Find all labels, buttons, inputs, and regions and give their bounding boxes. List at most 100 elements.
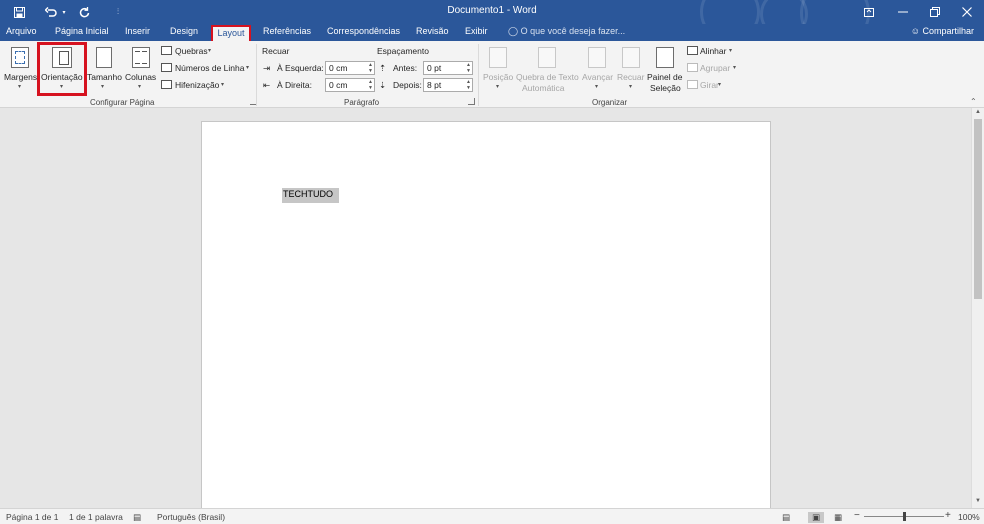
tamanho-label[interactable]: Tamanho [87, 72, 122, 82]
send-backward-icon[interactable] [622, 47, 640, 68]
status-bar: Página 1 de 1 1 de 1 palavra ▤ Português… [0, 508, 984, 524]
collapse-ribbon-icon[interactable]: ⌃ [970, 97, 977, 106]
minimize-icon[interactable] [886, 0, 920, 24]
posicao-label[interactable]: Posição [483, 72, 513, 82]
selected-text[interactable]: TECHTUDO [282, 188, 339, 203]
numeros-linha-button[interactable]: Números de Linha [175, 63, 244, 73]
tab-pagina-inicial[interactable]: Página Inicial [55, 26, 109, 36]
tab-referencias[interactable]: Referências [263, 26, 311, 36]
zoom-level[interactable]: 100% [958, 512, 980, 522]
align-icon [687, 46, 698, 55]
rotate-icon [687, 80, 698, 89]
indent-left-icon: ⇥ [263, 63, 271, 73]
person-icon: ☺ [910, 26, 920, 36]
automatica-label[interactable]: Automática [522, 83, 565, 93]
bring-forward-icon[interactable] [588, 47, 606, 68]
zoom-out-icon[interactable]: − [854, 510, 860, 521]
indent-left-input[interactable]: 0 cm ▲ ▼ [325, 61, 375, 75]
size-icon[interactable] [96, 47, 112, 68]
tab-exibir[interactable]: Exibir [465, 26, 488, 36]
spin-arrows-icon[interactable]: ▲ ▼ [466, 62, 471, 74]
selection-pane-icon[interactable] [656, 47, 674, 68]
indent-right-input[interactable]: 0 cm ▲ ▼ [325, 78, 375, 92]
tell-me-box[interactable]: ◯ O que você deseja fazer... [508, 26, 625, 37]
tab-correspondencias[interactable]: Correspondências [327, 26, 400, 36]
position-icon[interactable] [489, 47, 507, 68]
spin-arrows-icon[interactable]: ▲ ▼ [466, 79, 471, 91]
espacamento-heading: Espaçamento [377, 46, 429, 56]
chevron-down-icon: ▾ [629, 84, 633, 90]
chevron-down-icon: ▾ [246, 65, 250, 71]
recuar-organizar-label[interactable]: Recuar [617, 72, 644, 82]
zoom-slider-thumb[interactable] [903, 512, 906, 521]
paragrafo-launcher-icon[interactable] [468, 98, 475, 105]
print-layout-icon[interactable]: ▣ [808, 512, 825, 523]
columns-icon[interactable] [132, 47, 150, 68]
share-button[interactable]: ☺ Compartilhar [911, 26, 974, 36]
hifenizacao-button[interactable]: Hifenização [175, 80, 219, 90]
breaks-icon [161, 46, 172, 55]
tab-inserir[interactable]: Inserir [125, 26, 150, 36]
chevron-down-icon: ▾ [595, 84, 599, 90]
chevron-down-icon: ▾ [733, 65, 737, 71]
word-count[interactable]: 1 de 1 palavra [69, 512, 123, 522]
ribbon: Margens ▾ Orientação ▾ Tamanho ▾ Colunas… [0, 41, 984, 108]
restore-icon[interactable] [918, 0, 952, 24]
indent-right-value: 0 cm [329, 80, 348, 90]
vertical-scrollbar[interactable]: ▲ ▼ [971, 108, 984, 508]
chevron-down-icon: ▾ [718, 82, 722, 88]
tab-design[interactable]: Design [170, 26, 198, 36]
antes-label: Antes: [393, 63, 418, 73]
quebras-button[interactable]: Quebras [175, 46, 208, 56]
scroll-thumb[interactable] [974, 119, 982, 299]
spacing-before-input[interactable]: 0 pt ▲ ▼ [423, 61, 473, 75]
spin-arrows-icon[interactable]: ▲ ▼ [368, 79, 373, 91]
web-layout-icon[interactable]: ▦ [834, 512, 842, 523]
page-count[interactable]: Página 1 de 1 [6, 512, 58, 522]
document-page[interactable]: TECHTUDO [201, 121, 771, 513]
tab-arquivo[interactable]: Arquivo [6, 26, 37, 36]
tab-layout[interactable]: Layout [211, 25, 251, 41]
document-area: TECHTUDO ▲ ▼ [0, 108, 984, 513]
language-status[interactable]: Português (Brasil) [157, 512, 225, 522]
selecao-label[interactable]: Seleção [650, 83, 681, 93]
direita-label: À Direita: [277, 80, 312, 90]
avancar-label[interactable]: Avançar [582, 72, 613, 82]
painel-label[interactable]: Painel de [647, 72, 682, 82]
document-title: Documento1 - Word [447, 5, 537, 16]
spacing-after-input[interactable]: 8 pt ▲ ▼ [423, 78, 473, 92]
share-label: Compartilhar [922, 26, 974, 36]
proofing-icon[interactable]: ▤ [133, 512, 141, 523]
tab-revisao[interactable]: Revisão [416, 26, 449, 36]
group-separator [256, 44, 257, 106]
configurar-pagina-group-label: Configurar Página [90, 98, 155, 107]
margins-icon[interactable] [11, 47, 29, 68]
agrupar-button[interactable]: Agrupar [700, 63, 730, 73]
ribbon-display-options-icon[interactable] [852, 0, 886, 24]
read-mode-icon[interactable]: ▤ [782, 512, 790, 523]
paragrafo-group-label: Parágrafo [344, 98, 380, 107]
chevron-down-icon: ▾ [18, 84, 22, 90]
indent-right-icon: ⇤ [263, 80, 271, 90]
wrap-text-icon[interactable] [538, 47, 556, 68]
organizar-group-label: Organizar [592, 98, 628, 107]
spin-arrows-icon[interactable]: ▲ ▼ [368, 62, 373, 74]
ribbon-tabs: Arquivo Página Inicial Inserir Design La… [0, 24, 984, 41]
scroll-up-icon[interactable]: ▲ [975, 109, 981, 115]
orientacao-highlight [37, 42, 87, 96]
colunas-label[interactable]: Colunas [125, 72, 156, 82]
spacing-after-icon: ⇣ [379, 80, 387, 90]
line-numbers-icon [161, 63, 172, 72]
title-bar: ▾ ⫶ Documento1 - Word [0, 0, 984, 24]
spacing-after-value: 8 pt [427, 80, 442, 90]
girar-button[interactable]: Girar [700, 80, 719, 90]
zoom-in-icon[interactable]: + [945, 510, 951, 521]
close-icon[interactable] [950, 0, 984, 24]
scroll-down-icon[interactable]: ▼ [975, 498, 981, 504]
chevron-down-icon: ▾ [101, 84, 105, 90]
quebra-texto-label[interactable]: Quebra de Texto [516, 72, 579, 82]
alinhar-button[interactable]: Alinhar [700, 46, 726, 56]
margens-label[interactable]: Margens [4, 72, 37, 82]
group-separator [478, 44, 479, 106]
hyphenation-icon [161, 80, 172, 89]
